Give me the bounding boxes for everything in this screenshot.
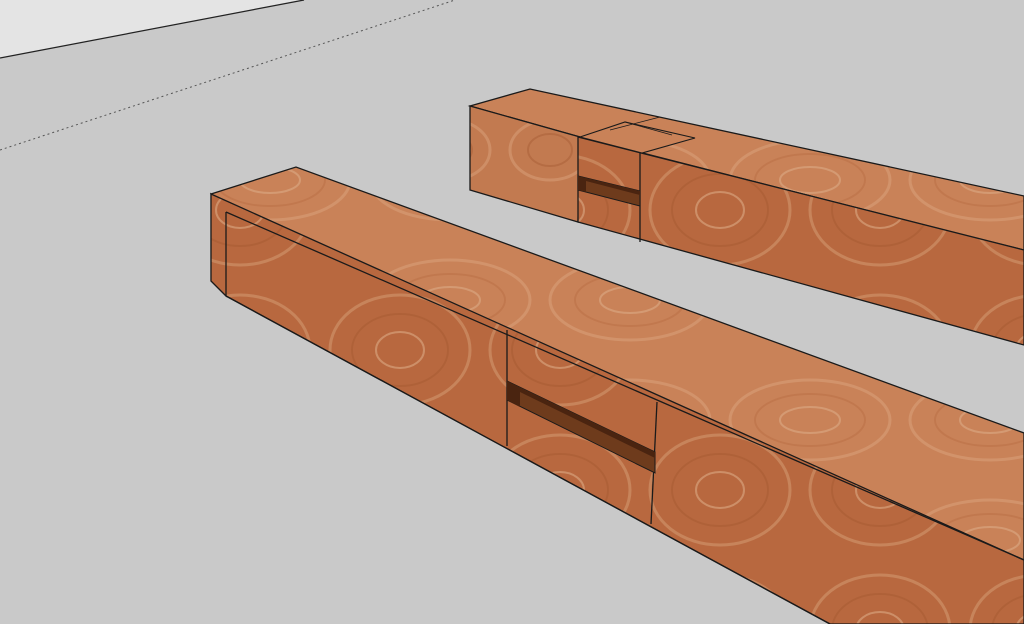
3d-scene-canvas[interactable] xyxy=(0,0,1024,624)
sketchup-viewport[interactable] xyxy=(0,0,1024,624)
